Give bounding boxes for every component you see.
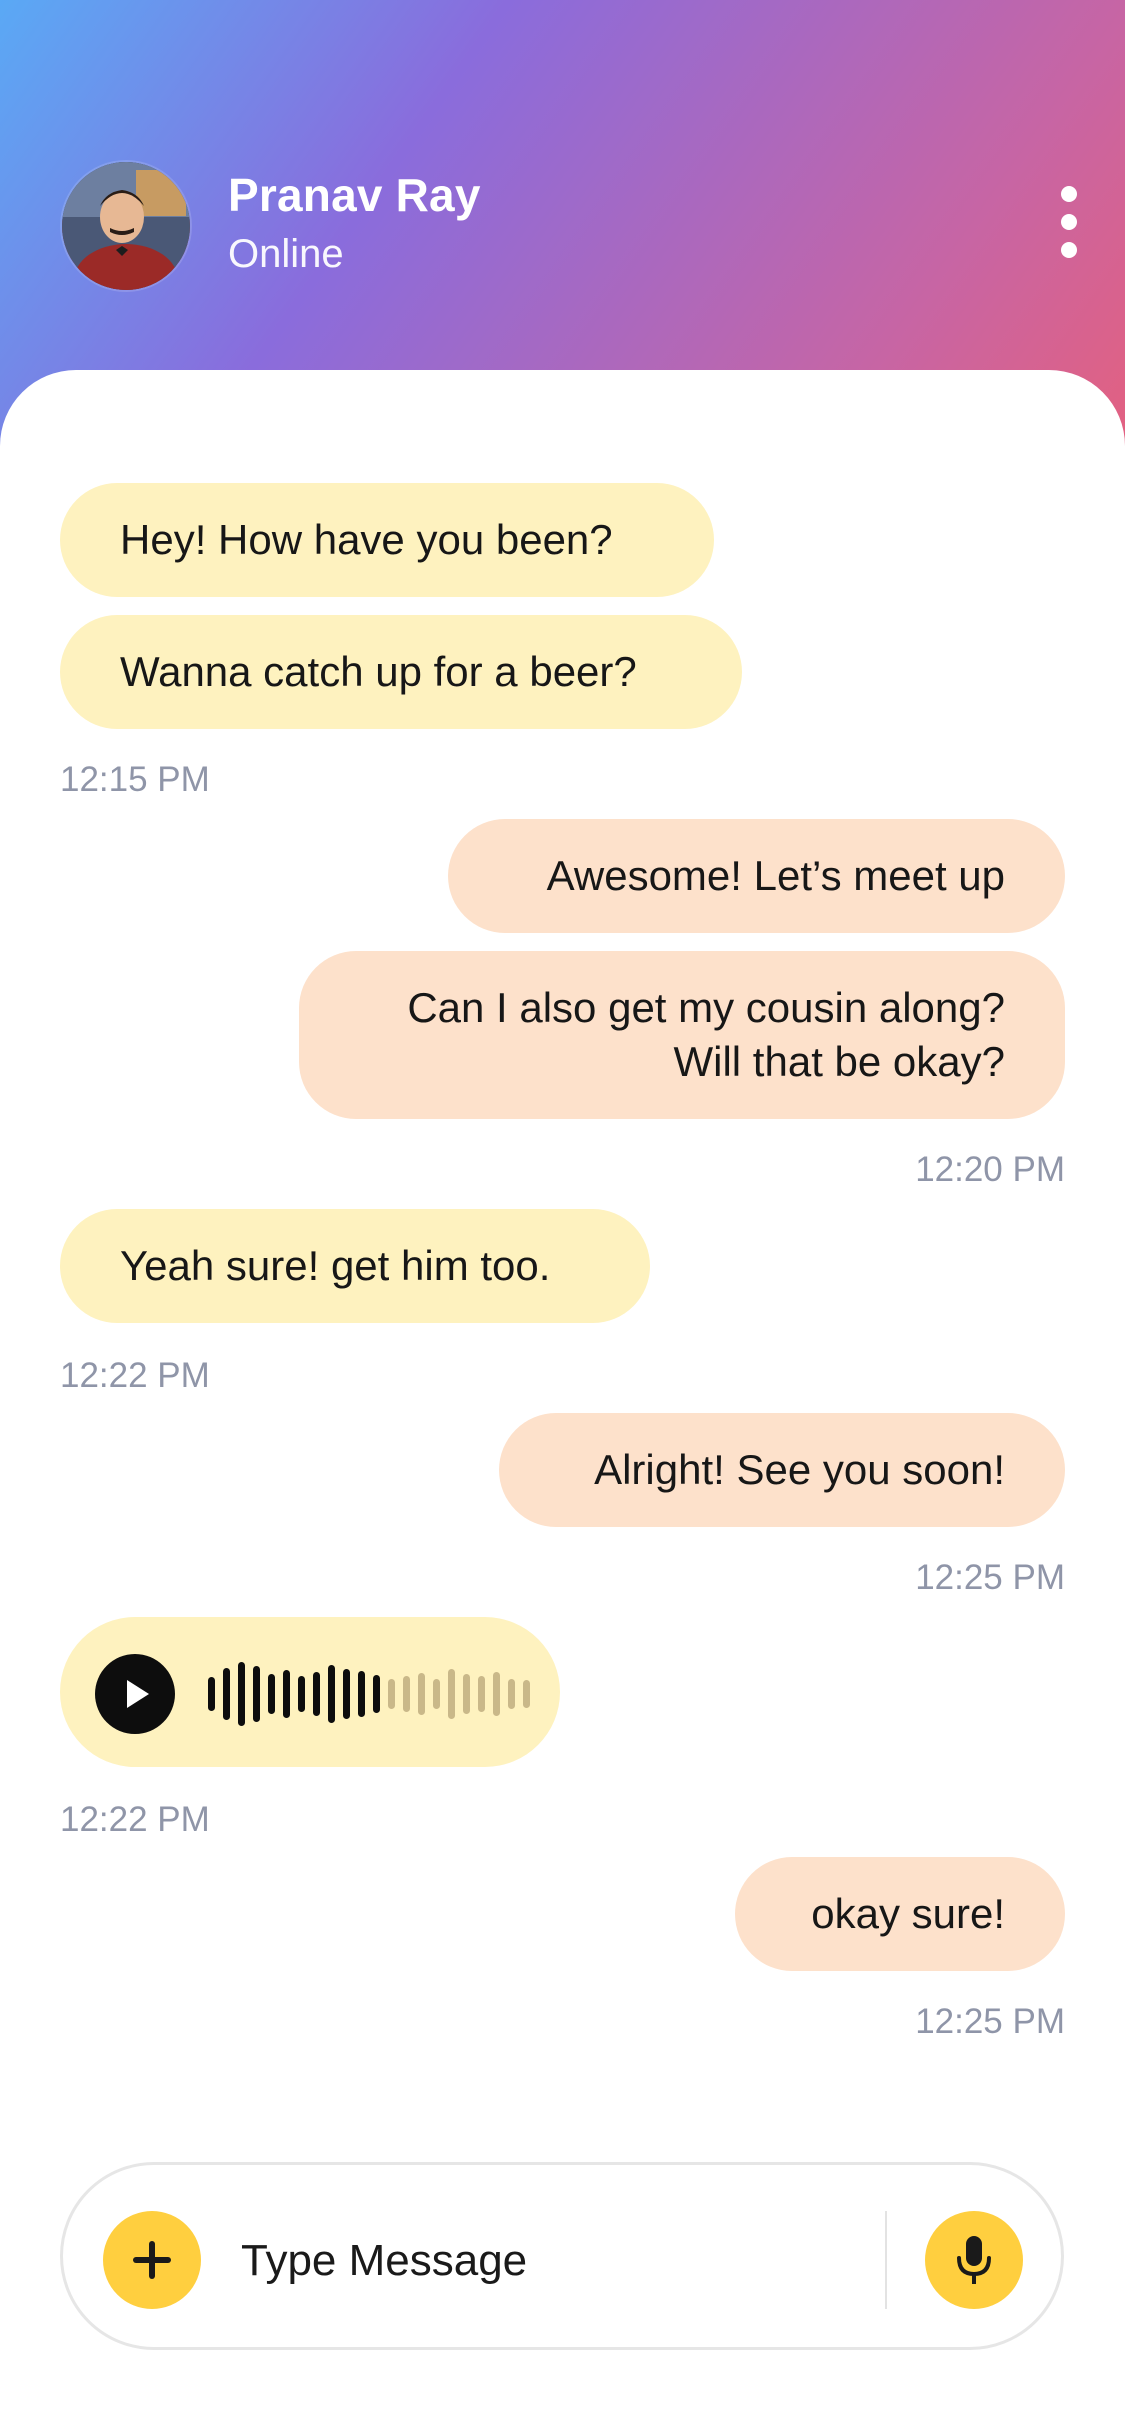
waveform-bar xyxy=(238,1662,245,1726)
message-incoming[interactable]: Hey! How have you been? xyxy=(60,483,714,597)
message-text: Awesome! Let’s meet up xyxy=(546,852,1005,899)
play-icon xyxy=(127,1680,149,1708)
message-timestamp: 12:20 PM xyxy=(915,1150,1065,1189)
contact-name: Pranav Ray xyxy=(228,169,481,221)
message-text: Wanna catch up for a beer? xyxy=(120,648,637,695)
microphone-icon xyxy=(957,2236,991,2284)
message-text: Alright! See you soon! xyxy=(594,1446,1005,1493)
contact-avatar[interactable] xyxy=(62,162,190,290)
waveform-bar xyxy=(358,1671,365,1717)
message-timestamp: 12:22 PM xyxy=(60,1356,210,1395)
more-vertical-icon xyxy=(1061,186,1077,202)
message-text: okay sure! xyxy=(811,1890,1005,1937)
waveform-bar xyxy=(268,1674,275,1714)
waveform-bar xyxy=(523,1680,530,1708)
waveform-bar xyxy=(433,1679,440,1709)
play-button[interactable] xyxy=(95,1654,175,1734)
message-outgoing[interactable]: okay sure! xyxy=(735,1857,1065,1971)
waveform-bar xyxy=(298,1676,305,1712)
message-timestamp: 12:25 PM xyxy=(915,2002,1065,2041)
waveform-bar xyxy=(343,1669,350,1719)
chat-header: Pranav Ray Online xyxy=(0,0,1125,370)
message-text-line-2: Will that be okay? xyxy=(673,1038,1006,1085)
message-text-line-1: Can I also get my cousin along? xyxy=(407,984,1005,1031)
message-timestamp: 12:15 PM xyxy=(60,760,210,799)
waveform-bar xyxy=(448,1669,455,1719)
waveform-bar xyxy=(493,1672,500,1716)
waveform-bar xyxy=(253,1666,260,1722)
waveform-bar xyxy=(328,1665,335,1723)
message-incoming[interactable]: Wanna catch up for a beer? xyxy=(60,615,742,729)
voice-record-button[interactable] xyxy=(925,2211,1023,2309)
waveform-bar xyxy=(388,1679,395,1709)
message-text: Yeah sure! get him too. xyxy=(120,1242,551,1289)
waveform-bar xyxy=(418,1673,425,1715)
waveform-bar xyxy=(208,1677,215,1711)
message-text: Hey! How have you been? xyxy=(120,516,613,563)
message-outgoing[interactable]: Alright! See you soon! xyxy=(499,1413,1065,1527)
message-timestamp: 12:25 PM xyxy=(915,1558,1065,1597)
waveform-bar xyxy=(313,1672,320,1716)
message-input[interactable] xyxy=(239,2215,823,2307)
waveform-bar xyxy=(463,1674,470,1714)
voice-waveform[interactable] xyxy=(208,1654,538,1734)
waveform-bar xyxy=(508,1679,515,1709)
message-incoming[interactable]: Yeah sure! get him too. xyxy=(60,1209,650,1323)
avatar-image xyxy=(62,162,190,290)
more-options-button[interactable] xyxy=(1051,186,1087,258)
waveform-bar xyxy=(283,1670,290,1718)
contact-status: Online xyxy=(228,232,344,276)
waveform-bar xyxy=(478,1676,485,1712)
message-timestamp: 12:22 PM xyxy=(60,1800,210,1839)
voice-message[interactable] xyxy=(60,1617,560,1767)
message-outgoing[interactable]: Can I also get my cousin along? Will tha… xyxy=(299,951,1065,1119)
message-outgoing[interactable]: Awesome! Let’s meet up xyxy=(448,819,1065,933)
add-attachment-button[interactable] xyxy=(103,2211,201,2309)
waveform-bar xyxy=(223,1668,230,1720)
plus-icon xyxy=(133,2241,171,2279)
waveform-bar xyxy=(403,1676,410,1712)
waveform-bar xyxy=(373,1675,380,1713)
message-composer xyxy=(60,2162,1064,2350)
composer-divider xyxy=(885,2211,887,2309)
